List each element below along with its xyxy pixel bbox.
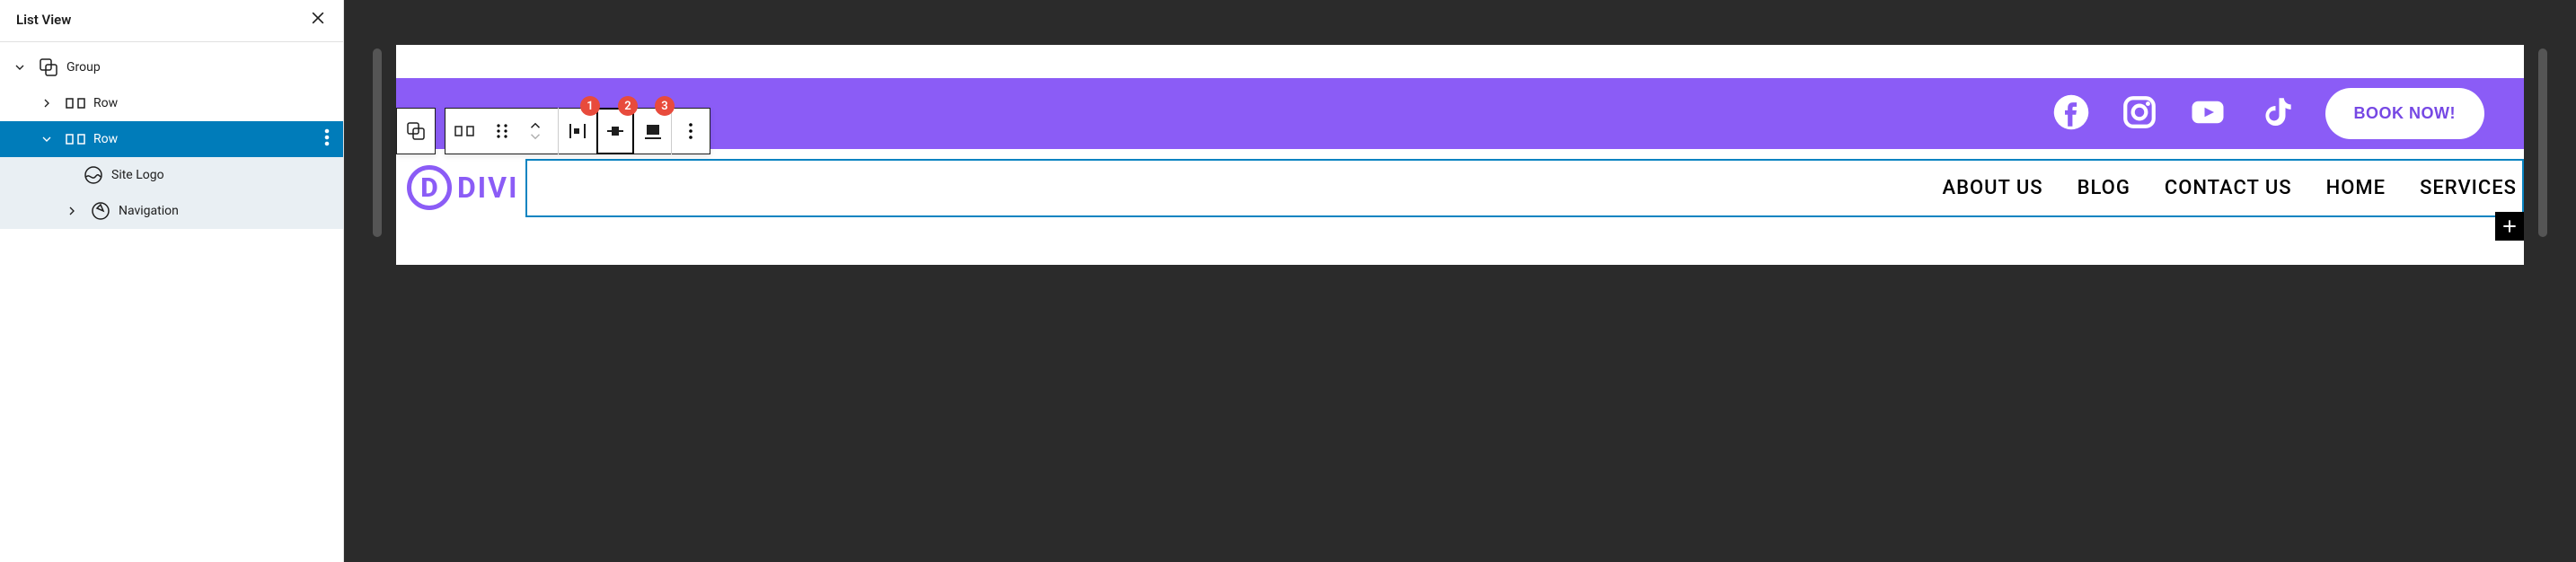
drag-handle[interactable] xyxy=(483,108,521,154)
annotation-badge-2: 2 xyxy=(618,96,638,116)
book-now-button[interactable]: BOOK NOW! xyxy=(2325,88,2484,139)
editor-canvas: 1 2 3 xyxy=(344,0,2576,562)
navigation-block-icon xyxy=(90,200,111,222)
tree-label: Row xyxy=(93,96,343,110)
more-options-button[interactable] xyxy=(672,108,710,154)
nav-link[interactable]: HOME xyxy=(2326,177,2386,199)
row-block-icon xyxy=(65,92,86,114)
chevron-down-icon[interactable] xyxy=(36,132,57,146)
chevron-down-icon[interactable] xyxy=(9,60,31,75)
navigation-block[interactable]: ABOUT US BLOG CONTACT US HOME SERVICES xyxy=(525,159,2524,217)
tree-label: Site Logo xyxy=(111,168,343,182)
site-logo[interactable]: D DIVI xyxy=(403,165,518,210)
toolbar-main-group: 1 2 3 xyxy=(445,108,710,154)
move-up-icon[interactable] xyxy=(527,120,543,131)
full-width-button[interactable]: 3 xyxy=(634,108,672,154)
header-topbar: BOOK NOW! xyxy=(396,78,2524,149)
logo-mark-icon: D xyxy=(407,165,452,210)
scrollbar-thumb-left[interactable] xyxy=(373,48,382,237)
align-button[interactable]: 2 xyxy=(596,108,634,154)
instagram-icon[interactable] xyxy=(2121,93,2158,135)
list-view-panel: List View Group Row xyxy=(0,0,344,562)
scrollbar-thumb-right[interactable] xyxy=(2538,48,2547,237)
tree-label: Row xyxy=(93,132,343,146)
tree-item-site-logo[interactable]: Site Logo xyxy=(0,157,343,193)
block-toolbar: 1 2 3 xyxy=(396,108,710,154)
group-block-icon xyxy=(38,57,59,78)
annotation-badge-3: 3 xyxy=(655,96,675,116)
tree-item-row-selected[interactable]: Row xyxy=(0,121,343,157)
page-preview: 1 2 3 xyxy=(396,45,2524,265)
toolbar-parent-group xyxy=(396,108,436,154)
add-block-button[interactable] xyxy=(2495,212,2524,241)
tree-item-row[interactable]: Row xyxy=(0,85,343,121)
block-mover[interactable] xyxy=(521,108,559,154)
list-view-header: List View xyxy=(0,0,343,42)
list-view-title: List View xyxy=(16,12,71,28)
block-type-button[interactable] xyxy=(446,108,483,154)
tree-label: Group xyxy=(66,60,343,75)
annotation-badge-1: 1 xyxy=(580,96,600,116)
more-icon[interactable] xyxy=(316,127,338,152)
tree-label: Navigation xyxy=(119,204,343,218)
nav-link[interactable]: SERVICES xyxy=(2420,177,2517,199)
justify-button[interactable]: 1 xyxy=(559,108,596,154)
tree-item-navigation[interactable]: Navigation xyxy=(0,193,343,229)
nav-link[interactable]: ABOUT US xyxy=(1942,177,2042,199)
row-block-icon xyxy=(65,128,86,150)
header-main-row: D DIVI ABOUT US BLOG CONTACT US HOME SER… xyxy=(396,149,2524,226)
chevron-right-icon[interactable] xyxy=(61,204,83,218)
chevron-right-icon[interactable] xyxy=(36,96,57,110)
logo-letter: D xyxy=(420,172,437,204)
facebook-icon[interactable] xyxy=(2052,93,2090,135)
tiktok-icon[interactable] xyxy=(2257,93,2295,135)
tree-item-group[interactable]: Group xyxy=(0,49,343,85)
nav-link[interactable]: CONTACT US xyxy=(2165,177,2292,199)
logo-text: DIVI xyxy=(457,171,518,205)
block-tree: Group Row Row xyxy=(0,42,343,236)
nav-links: ABOUT US BLOG CONTACT US HOME SERVICES xyxy=(1942,177,2517,199)
site-logo-block-icon xyxy=(83,164,104,186)
move-down-icon[interactable] xyxy=(527,131,543,142)
nav-link[interactable]: BLOG xyxy=(2078,177,2130,199)
select-parent-button[interactable] xyxy=(397,108,435,154)
close-icon[interactable] xyxy=(309,9,327,31)
youtube-icon[interactable] xyxy=(2189,93,2227,135)
